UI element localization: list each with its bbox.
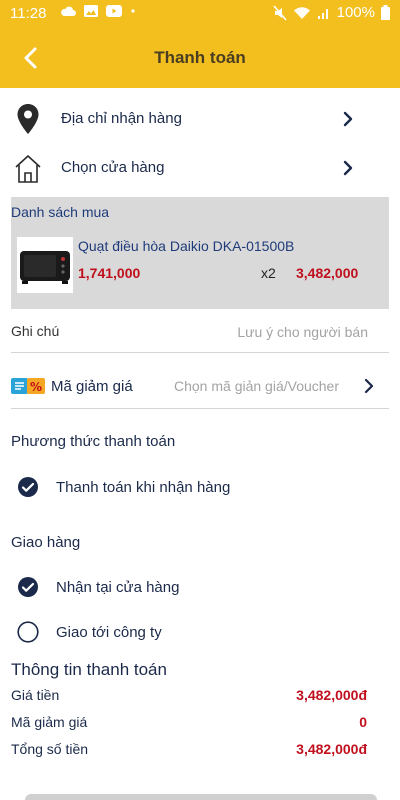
note-input[interactable] xyxy=(200,321,368,343)
product-image xyxy=(20,251,70,284)
payment-method-title: Phương thức thanh toán xyxy=(11,433,176,450)
page-title: Thanh toán xyxy=(154,48,246,67)
product-thumbnail xyxy=(17,237,73,293)
battery-percent: 100% xyxy=(336,4,375,21)
status-system-icons: 100% xyxy=(273,4,390,21)
delivery-option-label: Nhận tại cửa hàng xyxy=(56,579,180,596)
voucher-icon: % xyxy=(11,378,45,394)
payment-option-label: Thanh toán khi nhận hàng xyxy=(56,479,231,496)
signal-icon xyxy=(317,8,328,19)
status-time: 11:28 xyxy=(10,5,47,22)
app-bar: Thanh toán xyxy=(0,28,400,88)
payment-info-value: 3,482,000đ xyxy=(296,741,367,757)
delivery-option-store-pickup[interactable]: Nhận tại cửa hàng xyxy=(17,576,387,600)
delivery-title: Giao hàng xyxy=(11,534,81,551)
chevron-right-icon xyxy=(364,378,374,394)
store-row[interactable]: Chọn cửa hàng xyxy=(0,144,400,192)
payment-info-row: Giá tiền 3,482,000đ xyxy=(11,687,367,707)
product-line-total: 3,482,000 xyxy=(296,265,359,281)
cloud-icon xyxy=(61,6,76,16)
voucher-label: Mã giảm giá xyxy=(51,378,133,395)
check-circle-icon xyxy=(18,477,38,497)
voucher-value: Chọn mã giản giá/Voucher xyxy=(174,378,339,394)
payment-info-row: Tổng số tiền 3,482,000đ xyxy=(11,741,367,761)
status-notification-icons xyxy=(60,5,136,17)
check-circle-icon xyxy=(18,577,38,597)
dot-icon xyxy=(131,9,135,13)
battery-icon xyxy=(381,5,390,20)
mute-icon xyxy=(273,4,287,21)
radio-empty-icon xyxy=(17,621,39,643)
location-pin-icon xyxy=(17,104,39,134)
product-quantity: x2 xyxy=(261,265,276,281)
product-name: Quạt điều hòa Daikio DKA-01500B xyxy=(78,238,295,254)
payment-info-label: Giá tiền xyxy=(11,687,60,703)
cart-header: Danh sách mua xyxy=(11,204,110,220)
checkout-button[interactable] xyxy=(25,794,377,800)
payment-info-value: 3,482,000đ xyxy=(296,687,367,703)
cart-list: Danh sách mua Quạt điều hòa Daikio DKA-0… xyxy=(11,197,389,309)
youtube-icon xyxy=(106,5,122,17)
payment-option-cod[interactable]: Thanh toán khi nhận hàng xyxy=(17,476,387,500)
payment-info-value: 0 xyxy=(359,714,367,730)
delivery-option-company[interactable]: Giao tới công ty xyxy=(17,621,387,645)
image-icon xyxy=(84,5,98,17)
chevron-right-icon xyxy=(343,111,353,127)
divider xyxy=(11,408,389,409)
payment-info-title: Thông tin thanh toán xyxy=(11,660,167,679)
address-row[interactable]: Địa chỉ nhận hàng xyxy=(0,95,400,143)
store-icon xyxy=(15,155,41,183)
status-bar: 11:28 100% xyxy=(0,0,400,28)
payment-info-label: Mã giảm giá xyxy=(11,714,88,730)
payment-info-label: Tổng số tiền xyxy=(11,741,89,757)
chevron-right-icon xyxy=(343,160,353,176)
store-label: Chọn cửa hàng xyxy=(61,159,165,176)
wifi-icon xyxy=(293,6,310,19)
delivery-option-label: Giao tới công ty xyxy=(56,624,162,641)
svg-text:%: % xyxy=(30,380,42,394)
note-label: Ghi chú xyxy=(11,323,60,339)
product-unit-price: 1,741,000 xyxy=(78,265,141,281)
payment-info-row: Mã giảm giá 0 xyxy=(11,714,367,734)
divider xyxy=(11,352,389,353)
address-label: Địa chỉ nhận hàng xyxy=(61,110,182,127)
